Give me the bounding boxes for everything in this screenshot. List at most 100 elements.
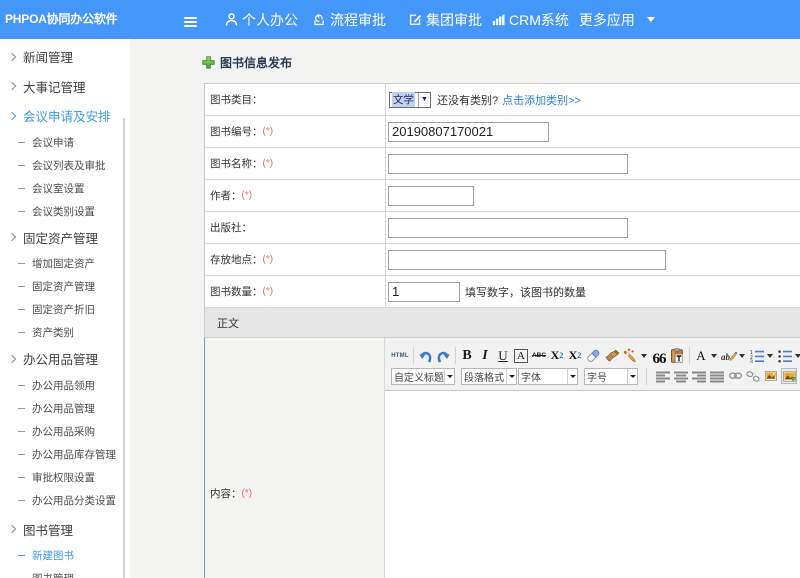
sidebar-item-2-1[interactable]: 会议列表及审批 (0, 154, 130, 177)
sidebar-item-label: 会议列表及审批 (32, 158, 106, 173)
sidebar-item-4-4[interactable]: 审批权限设置 (0, 466, 130, 489)
sub-base-letter: X (569, 348, 578, 363)
form-label-cell: 图书类目： (205, 84, 386, 115)
sidebar-item-3-1[interactable]: 固定资产管理 (0, 275, 130, 298)
sidebar-group-2[interactable]: 会议申请及安排 (0, 101, 130, 131)
sidebar-item-4-2[interactable]: 办公用品采购 (0, 420, 130, 443)
eraser-icon[interactable] (585, 348, 601, 364)
toolbar-separator (689, 347, 690, 364)
nav-process-approval[interactable]: 流程审批 (307, 0, 392, 39)
sidebar-item-3-3[interactable]: 资产类别 (0, 321, 130, 344)
sidebar-item-3-0[interactable]: 增加固定资产 (0, 252, 130, 275)
caret-down-icon[interactable] (711, 354, 717, 358)
sidebar-item-label: 固定资产折旧 (32, 302, 95, 317)
dropdown-arrow-icon[interactable] (627, 369, 637, 384)
author-input[interactable] (388, 186, 474, 206)
sidebar-group-1[interactable]: 大事记管理 (0, 72, 130, 102)
caret-down-icon[interactable] (767, 354, 773, 358)
name-input[interactable] (388, 154, 628, 174)
nav-crm-system[interactable]: CRM系统 (486, 0, 575, 39)
subscript-icon[interactable]: X2 (567, 348, 583, 364)
add-category-link[interactable]: 点击添加类别>> (502, 92, 581, 108)
process-approval-icon (313, 12, 326, 27)
dropdown-arrow-icon[interactable] (444, 369, 454, 384)
required-mark: (*) (263, 286, 274, 297)
align-center-icon[interactable] (673, 368, 689, 384)
form-label-cell: 作者： (*) (205, 180, 386, 211)
highlight-pen-icon[interactable]: ab (721, 348, 737, 364)
dropdown-arrow-icon[interactable] (567, 369, 577, 384)
sidebar-scrollbar[interactable] (123, 118, 125, 578)
align-right-icon[interactable] (691, 368, 707, 384)
menu-toggle-icon[interactable] (184, 17, 197, 28)
dropdown-arrow-icon[interactable] (506, 369, 516, 384)
category-select[interactable]: 文学 ▼ (389, 92, 431, 108)
sidebar-group-4[interactable]: 办公用品管理 (0, 344, 130, 374)
user-icon (225, 12, 238, 27)
magic-wand-icon[interactable] (623, 348, 639, 364)
dropdown-value: 字号 (585, 369, 627, 384)
underline-icon[interactable]: U (495, 348, 511, 364)
link-icon[interactable] (727, 368, 743, 384)
dropdown-value: 自定义标题 (392, 369, 444, 384)
nav-more-apps[interactable]: 更多应用 (573, 0, 661, 39)
unordered-list-icon[interactable] (777, 348, 793, 364)
italic-icon[interactable]: I (477, 348, 493, 364)
multi-image-icon[interactable] (781, 368, 797, 384)
toolbar-separator (413, 347, 414, 364)
paste-icon[interactable] (669, 348, 685, 364)
superscript-icon[interactable]: X2 (549, 348, 565, 364)
editor-content[interactable] (385, 391, 800, 578)
location-label: 存放地点： (210, 252, 263, 267)
sidebar-item-2-0[interactable]: 会议申请 (0, 131, 130, 154)
location-input[interactable] (388, 250, 666, 270)
font-color-icon[interactable]: A (693, 348, 709, 364)
sidebar-item-5-0[interactable]: 新建图书 (0, 544, 130, 567)
nav-label: 更多应用 (579, 10, 635, 30)
undo-icon[interactable] (417, 348, 433, 364)
sidebar-group-3[interactable]: 固定资产管理 (0, 223, 130, 253)
publisher-input[interactable] (388, 218, 628, 238)
font-family-dropdown[interactable]: 字体 (518, 368, 578, 385)
toolbar-separator (455, 347, 456, 364)
form-field-cell (386, 148, 800, 179)
quantity-input[interactable] (388, 282, 460, 302)
paragraph-format-dropdown[interactable]: 段落格式 (461, 368, 517, 385)
sidebar-item-4-3[interactable]: 办公用品库存管理 (0, 443, 130, 466)
quantity-label: 图书数量： (210, 284, 263, 299)
code-label: 图书编号： (210, 124, 263, 139)
bold-icon[interactable]: B (459, 348, 475, 364)
image-icon[interactable] (763, 368, 779, 384)
nav-group-approval[interactable]: 集团审批 (403, 0, 488, 39)
caret-down-icon[interactable] (795, 354, 800, 358)
sidebar-group-5[interactable]: 图书管理 (0, 515, 130, 545)
custom-title-dropdown[interactable]: 自定义标题 (391, 368, 455, 385)
redo-icon[interactable] (435, 348, 451, 364)
dropdown-value: 段落格式 (462, 369, 506, 384)
sidebar-item-4-0[interactable]: 办公用品领用 (0, 374, 130, 397)
ordered-list-icon[interactable]: 123 (749, 348, 765, 364)
sidebar-group-0[interactable]: 新闻管理 (0, 42, 130, 72)
sidebar-item-3-2[interactable]: 固定资产折旧 (0, 298, 130, 321)
code-input[interactable] (388, 122, 549, 142)
sidebar-item-4-5[interactable]: 办公用品分类设置 (0, 489, 130, 512)
font-size-dropdown[interactable]: 字号 (584, 368, 638, 385)
chevron-right-icon (8, 525, 16, 533)
font-style-icon[interactable]: A (513, 348, 529, 364)
sidebar-item-2-2[interactable]: 会议室设置 (0, 177, 130, 200)
align-justify-icon[interactable] (709, 368, 725, 384)
quote-icon[interactable]: 66 (651, 348, 667, 364)
unlink-icon[interactable] (745, 368, 761, 384)
align-left-icon[interactable] (655, 368, 671, 384)
caret-down-icon[interactable] (739, 354, 745, 358)
nav-personal-office[interactable]: 个人办公 (219, 0, 304, 39)
sidebar-item-4-1[interactable]: 办公用品管理 (0, 397, 130, 420)
html-source-button[interactable]: HTML (391, 348, 409, 364)
caret-down-icon[interactable] (641, 354, 647, 358)
sidebar-item-label: 增加固定资产 (32, 256, 95, 271)
strikethrough-icon[interactable]: ABC (531, 348, 547, 364)
form-label-cell: 存放地点： (*) (205, 244, 386, 275)
paintbrush-icon[interactable] (605, 348, 621, 364)
sidebar-item-2-3[interactable]: 会议类别设置 (0, 200, 130, 223)
sidebar-item-5-1[interactable]: 图书管理 (0, 567, 130, 578)
